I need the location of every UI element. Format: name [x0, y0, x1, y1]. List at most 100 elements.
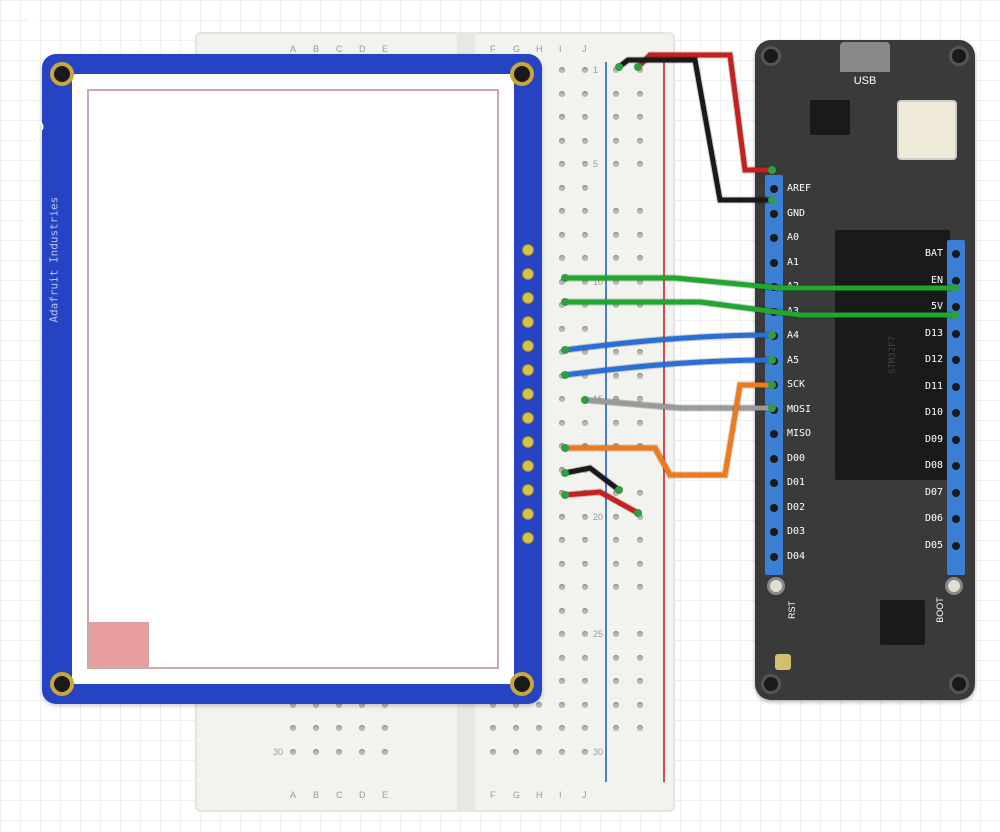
- mcu-pin-bat: [952, 250, 960, 258]
- mcu-small-chip: [810, 100, 850, 135]
- mcu-pin-d01: [770, 479, 778, 487]
- mcu-pin-d10: [952, 409, 960, 417]
- mcu-pin-d04: [770, 553, 778, 561]
- eink-pin-csk: [522, 460, 534, 472]
- mcu-bottom-chip: [880, 600, 925, 645]
- eink-pin-busy: [522, 268, 534, 280]
- mcu-pin-label: SCK: [787, 379, 805, 390]
- bb-row-label: 20: [593, 512, 603, 522]
- rst-label: RST: [787, 601, 797, 619]
- mcu-pin-label: D02: [787, 502, 805, 513]
- mcu-pin-label: A3: [787, 306, 799, 317]
- mcu-pin-miso: [770, 430, 778, 438]
- usb-label: USB: [854, 75, 877, 87]
- mcu-pin-en: [952, 277, 960, 285]
- mcu-pin-label: D08: [925, 460, 943, 471]
- mcu-antenna-connector: [775, 654, 791, 670]
- mcu-pin-d13: [952, 330, 960, 338]
- mcu-mounting-hole: [949, 46, 969, 66]
- mcu-pin-label: A1: [787, 257, 799, 268]
- mcu-pin-label: D13: [925, 328, 943, 339]
- bb-row-label: 10: [593, 277, 603, 287]
- mcu-pin-label: D12: [925, 354, 943, 365]
- mcu-board: USB STM32F7 AREF GND A0 A1 A2 A3 A4 A5 SCK MOSI MI…: [755, 40, 975, 700]
- mcu-pin-label: D10: [925, 407, 943, 418]
- eink-pin-miso: [522, 436, 534, 448]
- chip-label: STM32F7: [888, 336, 898, 374]
- mcu-mounting-hole: [761, 674, 781, 694]
- eink-pin-rst: [522, 292, 534, 304]
- mcu-jst-connector: [897, 100, 957, 160]
- mcu-pin-a2: [770, 283, 778, 291]
- eink-title: 2.7" Diagonal E-Ink Display: [20, 0, 44, 228]
- mcu-pin-a3: [770, 308, 778, 316]
- mcu-pin-label: MOSI: [787, 404, 811, 415]
- mcu-pin-d12: [952, 356, 960, 364]
- mcu-pin-aref: [770, 185, 778, 193]
- eink-pin-dc: [522, 364, 534, 376]
- mcu-pin-label: D07: [925, 487, 943, 498]
- eink-bezel: [72, 74, 514, 684]
- mcu-pin-label: D06: [925, 513, 943, 524]
- mcu-pin-d02: [770, 504, 778, 512]
- mcu-mounting-hole: [949, 674, 969, 694]
- mcu-pin-a4: [770, 332, 778, 340]
- mcu-pin-label: D11: [925, 381, 943, 392]
- mounting-hole: [50, 672, 74, 696]
- bb-row-label: 30: [593, 747, 603, 757]
- mcu-pin-d07: [952, 489, 960, 497]
- eink-pin-srcs: [522, 340, 534, 352]
- mcu-pin-d03: [770, 528, 778, 536]
- bb-row-label: 5: [593, 159, 598, 169]
- rst-button[interactable]: [767, 577, 785, 595]
- bb-row-label: 25: [593, 629, 603, 639]
- mcu-pin-label: D09: [925, 434, 943, 445]
- mcu-pin-sck: [770, 381, 778, 389]
- mounting-hole: [510, 62, 534, 86]
- mcu-pin-label: A0: [787, 232, 799, 243]
- mcu-pin-d06: [952, 515, 960, 523]
- usb-connector: [840, 42, 890, 72]
- eink-pin-sdcs: [522, 316, 534, 328]
- mcu-pin-d05: [952, 542, 960, 550]
- mcu-right-header: [947, 240, 965, 575]
- eink-display-board: 2.7" Diagonal E-Ink Display Adafruit Ind…: [42, 54, 542, 704]
- boot-label: BOOT: [935, 597, 945, 623]
- mcu-mounting-hole: [761, 46, 781, 66]
- eink-pin-3v3: [522, 484, 534, 496]
- mcu-pin-label: GND: [787, 208, 805, 219]
- eink-pin-ecs: [522, 388, 534, 400]
- eink-pin-gnd: [522, 508, 534, 520]
- mcu-pin-d08: [952, 462, 960, 470]
- mcu-pin-label: D05: [925, 540, 943, 551]
- mcu-pin-gnd: [770, 210, 778, 218]
- mcu-pin-a0: [770, 234, 778, 242]
- mcu-pin-label: A5: [787, 355, 799, 366]
- mcu-pin-d00: [770, 455, 778, 463]
- eink-pin-ena: [522, 244, 534, 256]
- mcu-pin-label: 5V: [931, 301, 943, 312]
- bb-row-label: 30: [273, 747, 283, 757]
- mcu-pin-label: AREF: [787, 183, 811, 194]
- boot-button[interactable]: [945, 577, 963, 595]
- mounting-hole: [50, 62, 74, 86]
- mcu-pin-mosi: [770, 406, 778, 414]
- eink-pin-mosi: [522, 412, 534, 424]
- eink-corner-notch: [89, 622, 149, 667]
- mcu-pin-a1: [770, 259, 778, 267]
- mcu-pin-label: D03: [787, 526, 805, 537]
- eink-pin-label: VIN: [503, 519, 513, 559]
- mcu-pin-label: A2: [787, 281, 799, 292]
- mcu-pin-label: EN: [931, 275, 943, 286]
- mcu-pin-label: MISO: [787, 428, 811, 439]
- mcu-pin-d11: [952, 383, 960, 391]
- mcu-pin-label: A4: [787, 330, 799, 341]
- eink-screen: [87, 89, 499, 669]
- mcu-pin-a5: [770, 357, 778, 365]
- mcu-pin-label: D00: [787, 453, 805, 464]
- mcu-pin-label: D01: [787, 477, 805, 488]
- bb-row-label: 15: [593, 394, 603, 404]
- mcu-pin-d09: [952, 436, 960, 444]
- bb-row-label: 1: [593, 65, 598, 75]
- mcu-pin-label: BAT: [925, 248, 943, 259]
